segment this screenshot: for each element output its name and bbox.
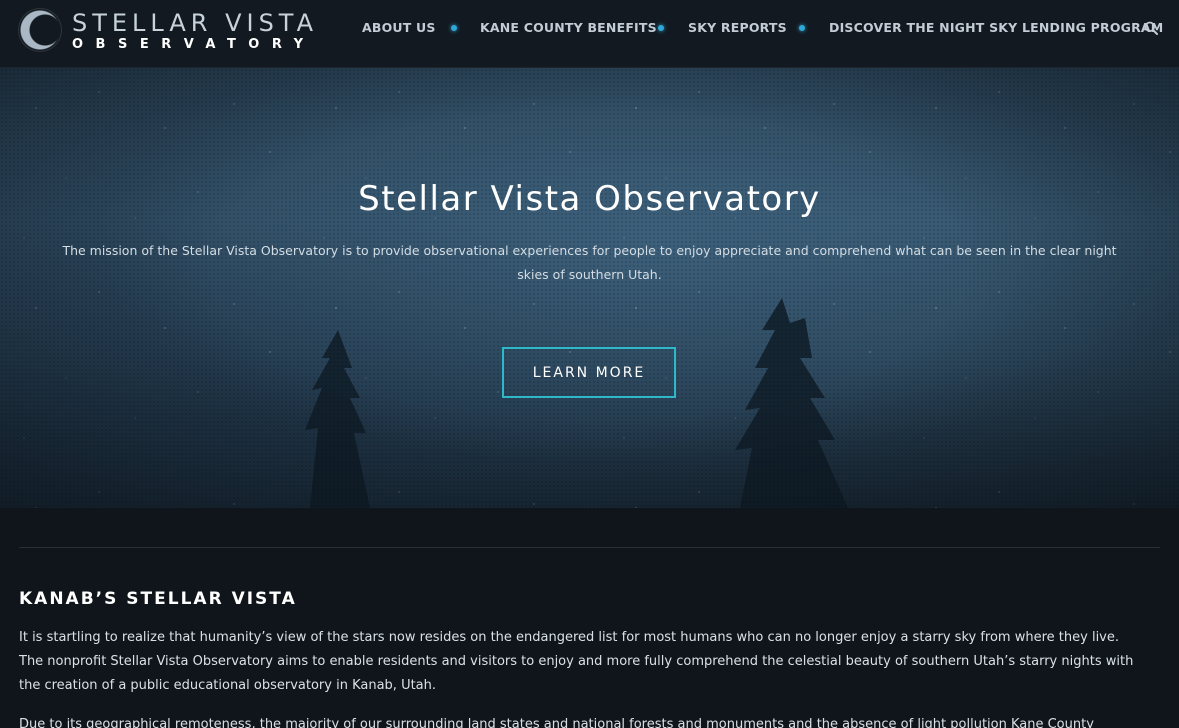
site-header: STELLAR VISTA OBSERVATORY ABOUT US KANE … <box>0 0 1179 68</box>
nav-kane-county-benefits[interactable]: KANE COUNTY BENEFITS <box>480 20 657 35</box>
hero-title: Stellar Vista Observatory <box>358 179 821 219</box>
section-paragraph: Due to its geographical remoteness, the … <box>19 717 1094 728</box>
nav-separator-dot <box>451 25 457 31</box>
section-paragraph: It is startling to realize that humanity… <box>19 630 1134 693</box>
nav-lending-program[interactable]: DISCOVER THE NIGHT SKY LENDING PROGRAM <box>829 20 1163 35</box>
nav-sky-reports[interactable]: SKY REPORTS <box>688 20 787 35</box>
hero-banner: Stellar Vista Observatory The mission of… <box>0 68 1179 508</box>
search-icon[interactable] <box>1144 21 1158 35</box>
logo-subtitle: OBSERVATORY <box>72 37 316 52</box>
site-logo[interactable]: STELLAR VISTA OBSERVATORY <box>19 9 319 52</box>
section-title: KANAB’S STELLAR VISTA <box>19 589 297 609</box>
logo-moon-icon <box>19 9 61 51</box>
logo-title: STELLAR VISTA <box>72 9 319 37</box>
nav-about-us[interactable]: ABOUT US <box>362 20 436 35</box>
hero-mission-text: The mission of the Stellar Vista Observa… <box>62 243 1117 282</box>
nav-separator-dot <box>799 25 805 31</box>
learn-more-button[interactable]: LEARN MORE <box>502 347 676 398</box>
hero-vignette <box>0 68 1179 508</box>
section-divider <box>19 547 1160 548</box>
nav-separator-dot <box>658 25 664 31</box>
